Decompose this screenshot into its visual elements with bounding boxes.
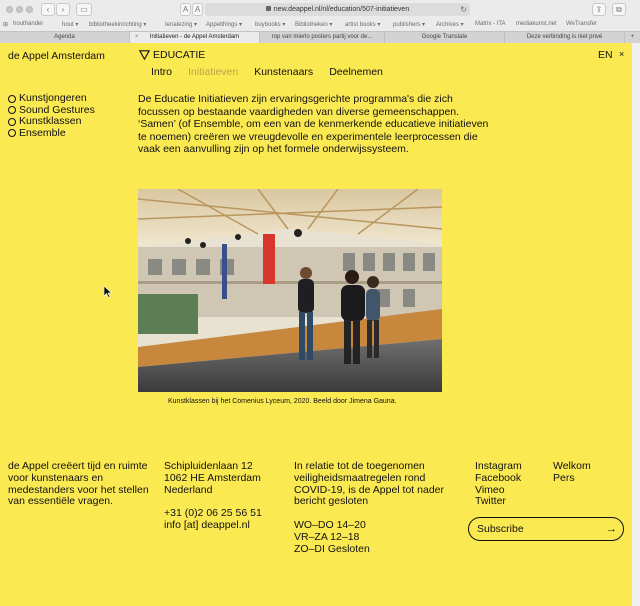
subnav-kunstenaars[interactable]: Kunstenaars	[254, 66, 313, 78]
language-switch[interactable]: EN	[598, 49, 613, 61]
list-item-kunstklassen[interactable]: Kunstklassen	[8, 115, 95, 128]
browser-tab[interactable]: Deze verbinding is niet privé	[505, 32, 625, 43]
reload-icon[interactable]: ↻	[460, 3, 467, 16]
forward-button[interactable]: ›	[56, 3, 70, 16]
hours-line: VR–ZA 12–18	[294, 530, 360, 543]
minimize-window-button[interactable]	[16, 6, 23, 13]
zoom-window-button[interactable]	[26, 6, 33, 13]
covid-notice: In relatie tot de toegenomen veiligheids…	[294, 460, 444, 508]
bookmark-item[interactable]: Archives ▾	[436, 21, 464, 28]
intro-paragraph: De Educatie Initiatieven zijn ervaringsg…	[138, 93, 489, 156]
circle-icon	[8, 106, 16, 115]
bookmark-item[interactable]: bibliotheekinrichting ▾	[89, 21, 146, 28]
footer-links: Welkom Pers	[553, 460, 623, 485]
circle-icon	[8, 94, 16, 103]
sub-navigation: Intro Initiatieven Kunstenaars Deelnemen	[151, 66, 383, 78]
list-item-kunstjongeren[interactable]: Kunstjongeren	[8, 92, 95, 105]
arrow-right-icon: →	[606, 523, 617, 535]
photo-caption: Kunstklassen bij het Comenius Lyceum, 20…	[168, 398, 397, 405]
browser-toolbar: ‹ › ▭ A A new.deappel.nl/nl/education/50…	[0, 0, 640, 19]
circle-icon	[8, 129, 16, 138]
mouse-cursor-icon	[104, 286, 112, 298]
list-item-ensemble[interactable]: Ensemble	[8, 127, 95, 140]
share-button[interactable]: ⇪	[592, 3, 606, 16]
footer-contact: Schipluidenlaan 12 1062 HE Amsterdam Ned…	[164, 460, 284, 532]
subscribe-button[interactable]: Subscribe →	[468, 517, 624, 541]
tab-overview-button[interactable]: ⧉	[612, 3, 626, 16]
classroom-photo	[138, 189, 442, 392]
circle-icon	[8, 117, 16, 126]
bookmark-item[interactable]: Bibliotheken ▾	[295, 21, 332, 28]
bookmark-item[interactable]: Matrix - ITA	[475, 21, 506, 27]
facebook-link[interactable]: Facebook	[475, 472, 545, 485]
bookmark-item[interactable]: hout ▾	[62, 21, 78, 28]
browser-chrome: ‹ › ▭ A A new.deappel.nl/nl/education/50…	[0, 0, 640, 43]
triangle-down-icon	[139, 50, 150, 60]
subnav-deelnemen[interactable]: Deelnemen	[329, 66, 383, 78]
bookmark-item[interactable]: publishers ▾	[393, 21, 425, 28]
address-line: 1062 HE Amsterdam	[164, 471, 261, 484]
browser-tab-active[interactable]: × Initiatieven - de Appel Amsterdam	[130, 32, 260, 43]
address-bar-url: new.deappel.nl/nl/education/507-initiati…	[273, 6, 410, 13]
hours-line: WO–DO 14–20	[294, 518, 366, 531]
browser-tab[interactable]: rop van mierlo posters partij voor de...	[260, 32, 385, 43]
address-line: Nederland	[164, 483, 213, 496]
page-content: de Appel Amsterdam EDUCATIE Intro Initia…	[0, 43, 632, 606]
footer-social: Instagram Facebook Vimeo Twitter	[475, 460, 545, 508]
close-icon[interactable]: ×	[619, 49, 624, 59]
subnav-intro[interactable]: Intro	[151, 66, 172, 78]
bookmark-item[interactable]: WeTransfer	[566, 21, 597, 27]
email-link[interactable]: info [at] deappel.nl	[164, 519, 284, 532]
pers-link[interactable]: Pers	[553, 472, 623, 485]
bookmark-item[interactable]: artist books ▾	[345, 21, 380, 28]
bookmark-item[interactable]: mediakunst.net	[516, 21, 557, 27]
address-bar[interactable]: new.deappel.nl/nl/education/507-initiati…	[205, 3, 470, 16]
bookmark-item[interactable]: Ienalezing ▾	[165, 21, 197, 28]
bookmark-item[interactable]: Appelthings ▾	[206, 21, 242, 28]
close-tab-icon[interactable]: ×	[135, 32, 139, 43]
tab-bar: Agenda × Initiatieven - de Appel Amsterda…	[0, 31, 640, 43]
bookmark-item[interactable]: houthandel	[13, 21, 43, 27]
close-window-button[interactable]	[6, 6, 13, 13]
back-button[interactable]: ‹	[41, 3, 55, 16]
section-title-label: EDUCATIE	[153, 49, 206, 61]
scrollbar[interactable]	[632, 43, 640, 606]
browser-tab[interactable]: Google Translate	[385, 32, 505, 43]
text-larger-button[interactable]: A	[192, 3, 203, 16]
bookmarks-bar: ⊞ houthandel hout ▾ bibliotheekinrichtin…	[0, 19, 640, 31]
footer-mission: de Appel creëert tijd en ruimte voor kun…	[8, 460, 149, 508]
twitter-link[interactable]: Twitter	[475, 496, 545, 508]
browser-tab[interactable]: Agenda	[0, 32, 130, 43]
site-logo[interactable]: de Appel Amsterdam	[8, 50, 105, 62]
footer-opening: In relatie tot de toegenomen veiligheids…	[294, 460, 454, 555]
initiatives-list: Kunstjongeren Sound Gestures Kunstklasse…	[8, 92, 95, 140]
hours-line: ZO–DI Gesloten	[294, 542, 370, 555]
bookmark-item[interactable]: buybooks ▾	[255, 21, 285, 28]
new-tab-button[interactable]: +	[625, 32, 640, 43]
subnav-initiatieven[interactable]: Initiatieven	[188, 66, 238, 78]
subscribe-label: Subscribe	[477, 523, 524, 535]
section-title[interactable]: EDUCATIE	[139, 49, 205, 61]
bookmarks-grid-icon[interactable]: ⊞	[3, 21, 8, 28]
sidebar-toggle-button[interactable]: ▭	[76, 3, 92, 16]
lock-icon	[265, 6, 271, 11]
text-smaller-button[interactable]: A	[180, 3, 191, 16]
